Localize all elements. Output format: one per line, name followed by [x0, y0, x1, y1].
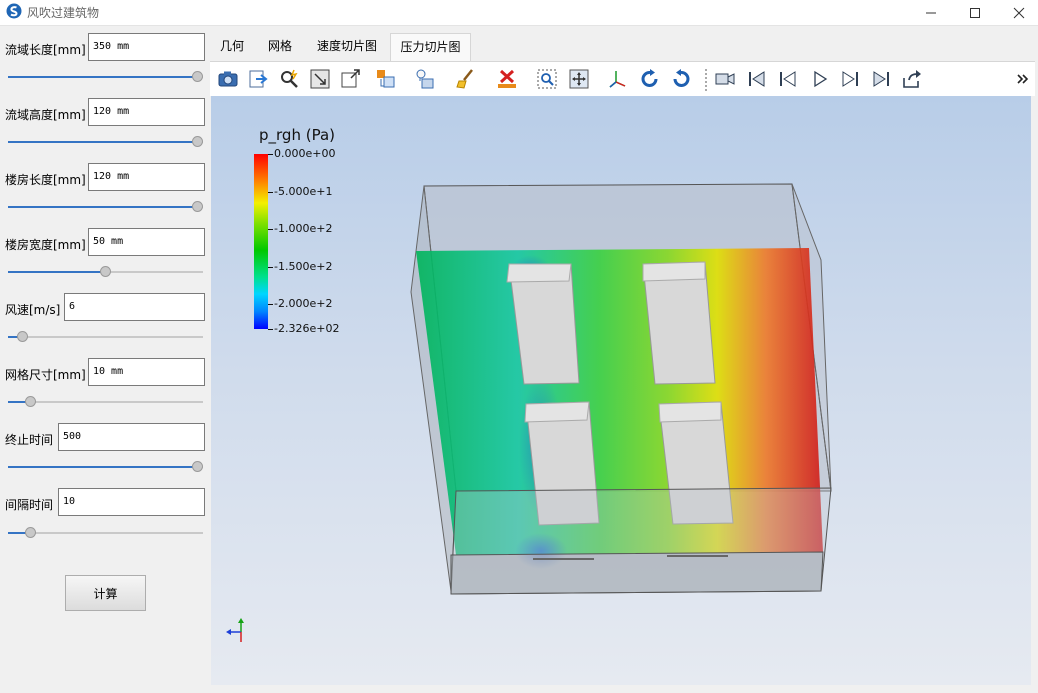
- building-width-input[interactable]: 50 mm: [88, 228, 205, 256]
- app-icon: [6, 3, 22, 19]
- param-label-mesh-size: 网格尺寸[mm]: [5, 368, 86, 382]
- interactive-select-icon[interactable]: [278, 68, 300, 90]
- title-bar: 风吹过建筑物: [0, 0, 1038, 26]
- parameter-panel: 流域长度[mm] 350 mm 流域高度[mm] 120 mm 楼房长度[mm]…: [0, 27, 208, 693]
- paint-brush-icon[interactable]: [455, 68, 477, 90]
- domain-height-input[interactable]: 120 mm: [88, 98, 205, 126]
- slider-thumb[interactable]: [192, 201, 203, 212]
- slider-thumb[interactable]: [100, 266, 111, 277]
- tab-geometry[interactable]: 几何: [209, 33, 255, 61]
- domain-length-input[interactable]: 350 mm: [88, 33, 205, 61]
- interval-time-input[interactable]: 10: [58, 488, 205, 516]
- screenshot-camera-icon[interactable]: [217, 68, 239, 90]
- domain-bottom-edge: [450, 551, 824, 595]
- param-label-building-length: 楼房长度[mm]: [5, 173, 86, 187]
- domain-height-slider[interactable]: [8, 136, 203, 148]
- next-frame-icon[interactable]: [839, 68, 861, 90]
- param-label-interval-time: 间隔时间: [5, 498, 54, 512]
- param-label-domain-length: 流域长度[mm]: [5, 43, 86, 57]
- param-label-building-width: 楼房宽度[mm]: [5, 238, 86, 252]
- view-orientation-icon[interactable]: [375, 68, 397, 90]
- wind-speed-input[interactable]: 6: [64, 293, 205, 321]
- minimize-button[interactable]: [908, 0, 954, 26]
- slider-thumb[interactable]: [17, 331, 28, 342]
- tab-velocity-slice[interactable]: 速度切片图: [305, 33, 389, 61]
- slider-thumb[interactable]: [25, 396, 36, 407]
- export-icon[interactable]: [248, 68, 270, 90]
- axes-triad-icon: [226, 618, 244, 642]
- play-icon[interactable]: [809, 68, 831, 90]
- axes-orientation-icon[interactable]: [608, 68, 630, 90]
- slider-thumb[interactable]: [192, 461, 203, 472]
- domain-length-slider[interactable]: [8, 71, 203, 83]
- building-length-slider[interactable]: [8, 201, 203, 213]
- param-label-wind-speed: 风速[m/s]: [5, 303, 61, 317]
- minimize-icon: [926, 12, 936, 14]
- zoom-to-data-icon[interactable]: [536, 68, 558, 90]
- more-icon[interactable]: [1016, 68, 1030, 90]
- slider-thumb[interactable]: [25, 527, 36, 538]
- center-icon[interactable]: [568, 68, 590, 90]
- main-window: 风吹过建筑物 流域长度[mm] 350 mm 流域高度[mm] 120 mm 楼…: [0, 0, 1038, 693]
- building-length-input[interactable]: 120 mm: [88, 163, 205, 191]
- delete-icon[interactable]: [496, 68, 518, 90]
- record-camera-icon[interactable]: [714, 68, 736, 90]
- end-time-slider[interactable]: [8, 461, 203, 473]
- rotate-left-icon[interactable]: [639, 68, 661, 90]
- building: [642, 261, 716, 385]
- interval-time-slider[interactable]: [8, 527, 203, 539]
- render-viewport[interactable]: p_rgh (Pa) 0.000e+00 -5.000e+1 -1.000e+2 -1…: [211, 96, 1031, 685]
- window-title: 风吹过建筑物: [27, 6, 100, 20]
- tab-mesh[interactable]: 网格: [255, 33, 305, 61]
- mesh-size-input[interactable]: 10 mm: [88, 358, 205, 386]
- maximize-icon: [970, 8, 980, 18]
- zoom-box-icon[interactable]: [339, 68, 361, 90]
- loop-icon[interactable]: [901, 68, 923, 90]
- building-width-slider[interactable]: [8, 266, 203, 278]
- reset-camera-icon[interactable]: [309, 68, 331, 90]
- end-time-input[interactable]: 500: [58, 423, 205, 451]
- slider-thumb[interactable]: [192, 71, 203, 82]
- rotate-right-icon[interactable]: [670, 68, 692, 90]
- lighting-icon[interactable]: [414, 68, 436, 90]
- calculate-button[interactable]: 计算: [65, 575, 146, 611]
- previous-frame-icon[interactable]: [777, 68, 799, 90]
- close-icon: [1013, 7, 1025, 19]
- param-label-end-time: 终止时间: [5, 433, 54, 447]
- tab-pressure-slice[interactable]: 压力切片图: [390, 33, 471, 61]
- mesh-size-slider[interactable]: [8, 396, 203, 408]
- render-toolbar: [210, 61, 1035, 96]
- param-label-domain-height: 流域高度[mm]: [5, 108, 86, 122]
- last-frame-icon[interactable]: [870, 68, 892, 90]
- toolbar-separator: [705, 69, 707, 91]
- close-button[interactable]: [996, 0, 1038, 26]
- wind-speed-slider[interactable]: [8, 331, 203, 343]
- slider-thumb[interactable]: [192, 136, 203, 147]
- maximize-button[interactable]: [952, 0, 998, 26]
- first-frame-icon[interactable]: [746, 68, 768, 90]
- pressure-slice-scene: [410, 183, 832, 595]
